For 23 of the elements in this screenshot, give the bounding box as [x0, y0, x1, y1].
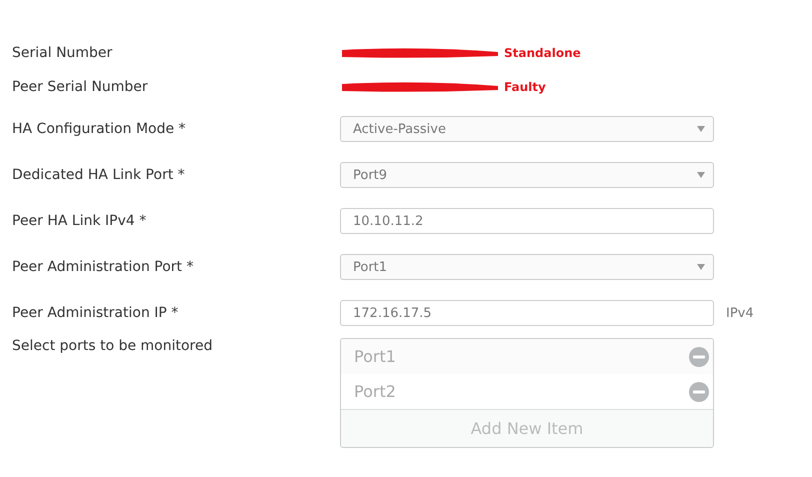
input-field[interactable]: 10.10.11.2	[340, 208, 714, 234]
field-label: Select ports to be monitored	[12, 338, 214, 354]
field-label: Peer Administration IP *	[12, 305, 180, 321]
status-text: Faulty	[504, 80, 546, 94]
remove-icon[interactable]	[689, 346, 709, 366]
list-item: Port2	[354, 382, 396, 401]
input-field[interactable]: 172.16.17.5	[340, 300, 714, 326]
caret-icon	[697, 264, 705, 270]
caret-icon	[697, 126, 705, 132]
field-label: Serial Number	[12, 45, 114, 61]
field-label: HA Configuration Mode *	[12, 121, 187, 137]
field-label: Dedicated HA Link Port *	[12, 167, 186, 183]
caret-icon	[697, 172, 705, 178]
dropdown[interactable]: Port1	[340, 254, 714, 280]
dropdown[interactable]: Port9	[340, 162, 714, 188]
remove-icon[interactable]	[689, 382, 709, 402]
unit-label: IPv4	[726, 306, 755, 320]
dropdown[interactable]: Active-Passive	[340, 116, 714, 142]
field-label: Peer HA Link IPv4 *	[12, 213, 148, 229]
field-label: Peer Administration Port *	[12, 259, 194, 275]
list-item: Port1	[354, 347, 396, 366]
status-text: Standalone	[504, 46, 581, 60]
field-label: Peer Serial Number	[12, 79, 149, 95]
